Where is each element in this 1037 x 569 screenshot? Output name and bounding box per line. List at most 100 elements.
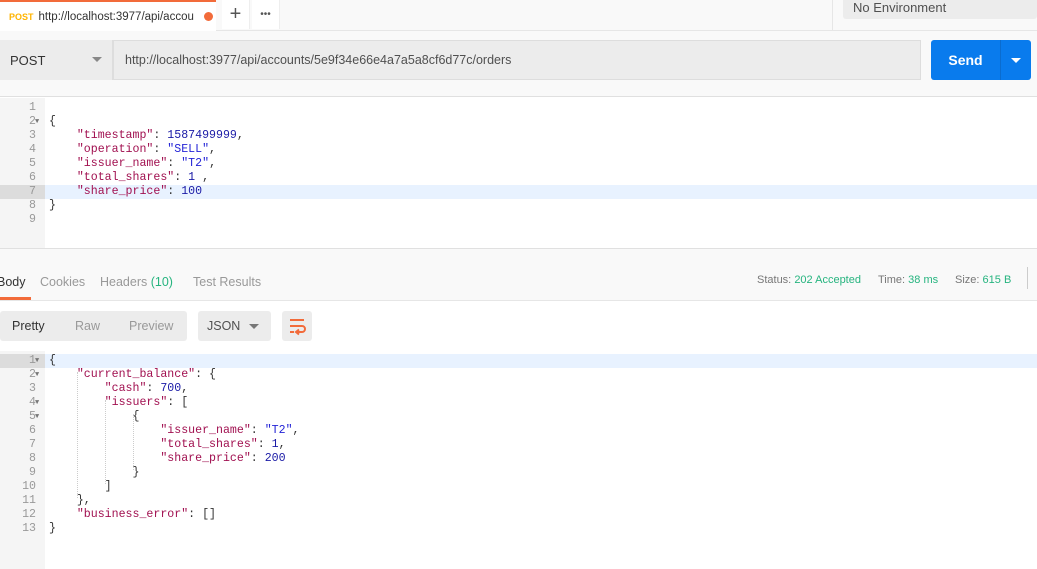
token-key: "operation" [76,143,154,156]
method-value: POST [10,52,46,68]
url-input[interactable]: http://localhost:3977/api/accounts/5e9f3… [113,40,921,80]
code-text: } [49,466,139,480]
code-line: 3 "timestamp": 1587499999, [0,129,1037,143]
code-text: } [49,522,56,536]
fold-toggle-icon[interactable]: ▼ [35,354,39,368]
unsaved-dot-icon [203,12,213,21]
token-pun [49,129,77,142]
tab-test-results[interactable]: Test Results [193,275,261,289]
environment-select[interactable]: No Environment [843,0,1037,19]
code-text: "issuers": [ [49,396,189,410]
token-pun: , [181,382,189,395]
token-pun: , [209,157,217,170]
tab-headers[interactable]: Headers (10) [100,275,173,289]
tab-body[interactable]: Body [0,275,26,289]
token-pun: , [292,424,300,437]
line-number: 8 [29,452,36,465]
wrap-lines-button[interactable] [282,311,312,341]
active-tab-indicator [0,297,31,300]
line-number: 10 [22,480,36,493]
line-number: 4 [29,143,36,156]
code-line: 11 }, [0,494,1037,508]
line-number: 2 [29,115,36,128]
code-text: "issuer_name": "T2", [49,424,300,438]
line-number: 3 [29,129,36,142]
send-options-button[interactable] [1000,40,1031,80]
token-key: "share_price" [76,185,168,198]
token-pun: ] [49,480,112,493]
token-num-v: 200 [264,452,286,465]
token-pun: , [209,143,217,156]
view-preview[interactable]: Preview [129,319,173,333]
token-pun [49,185,77,198]
response-body-viewer[interactable]: 1 ▼{2 ▼ "current_balance": {3 "cash": 700,… [0,351,1037,569]
tab-headers-label: Headers [100,275,148,289]
line-number: 5 [29,157,36,170]
token-pun: : [250,424,265,437]
token-pun [49,368,77,381]
token-pun [49,452,160,465]
method-select[interactable]: POST [0,40,113,80]
more-tabs-button[interactable]: ••• [252,0,280,29]
view-raw[interactable]: Raw [75,319,100,333]
code-line: 2 ▼ { [0,115,1037,129]
code-text: "issuer_name": "T2", [49,157,216,171]
code-line: 1 ▼{ [0,354,1037,368]
line-number: 2 [29,368,36,381]
tab-cookies[interactable]: Cookies [40,275,85,289]
token-pun: : [153,143,168,156]
line-number: 6 [29,171,36,184]
format-select[interactable]: JSON [198,311,271,341]
code-line: 5 ▼ { [0,410,1037,424]
chevron-down-icon [1011,58,1021,68]
token-pun [49,424,160,437]
code-line: 9 [0,213,1037,227]
token-str: "T2" [181,157,210,170]
fold-toggle-icon[interactable]: ▼ [35,396,39,410]
code-text: ] [49,480,112,494]
token-pun: { [49,410,140,423]
code-line: 2 ▼ "current_balance": { [0,368,1037,382]
size-value: 615 B [982,274,1012,286]
code-line: 8 "share_price": 200 [0,452,1037,466]
pane-divider[interactable] [0,248,1037,260]
token-num-v: 1 [271,438,279,451]
token-pun: : [167,185,182,198]
time-label: Time: [878,274,906,286]
request-body-editor[interactable]: 1 2 ▼{3 "timestamp": 1587499999, 4 "operati… [0,98,1037,248]
line-number: 7 [0,185,45,199]
format-value: JSON [207,319,241,333]
token-pun [49,438,160,451]
token-pun: } [49,466,140,479]
time-value: 38 ms [908,274,939,286]
token-pun: : [153,129,168,142]
line-number: 11 [22,494,36,507]
token-pun: } [49,522,56,535]
code-line: 6 "total_shares": 1 , [0,171,1037,185]
tab-title: http://localhost:3977/api/accou [38,10,194,23]
code-line: 8} [0,199,1037,213]
fold-toggle-icon[interactable]: ▼ [35,410,39,424]
code-line: 10 ] [0,480,1037,494]
token-num-v: 700 [160,382,182,395]
send-button[interactable]: Send [931,40,1000,80]
line-number: 1 [29,101,36,114]
token-pun: { [49,354,56,367]
code-text: } [49,199,56,213]
view-pretty[interactable]: Pretty [12,319,45,333]
code-line: 1 [0,101,1037,115]
token-pun [49,143,77,156]
token-key: "total_shares" [76,171,175,184]
token-key: "business_error" [76,508,189,521]
token-pun [49,157,77,170]
code-text: "share_price": 200 [49,452,286,466]
code-text: "business_error": [] [49,508,216,522]
request-tab[interactable]: POST http://localhost:3977/api/accou [0,0,216,31]
token-pun: : { [195,368,216,381]
divider [832,0,833,30]
new-tab-button[interactable]: + [222,0,250,29]
fold-toggle-icon[interactable]: ▼ [35,115,39,129]
fold-toggle-icon[interactable]: ▼ [35,368,39,382]
token-pun: , [195,171,210,184]
code-text: "timestamp": 1587499999, [49,129,244,143]
